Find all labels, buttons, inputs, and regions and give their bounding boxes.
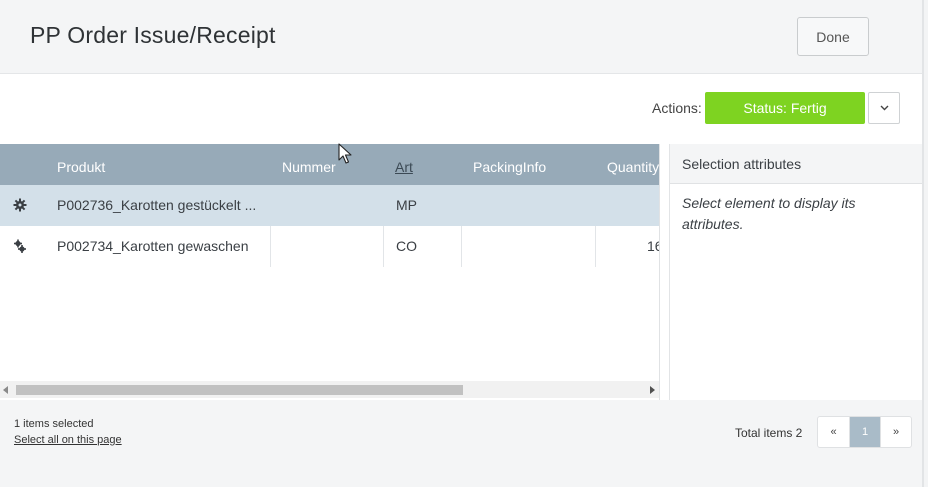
done-button[interactable]: Done bbox=[797, 17, 869, 56]
horizontal-scrollbar[interactable] bbox=[0, 381, 659, 398]
cell-quantity: 16 bbox=[647, 238, 659, 254]
table-row[interactable]: P002734_Karotten gewaschen CO 16 bbox=[0, 226, 659, 267]
pager-next-button[interactable]: » bbox=[880, 417, 911, 447]
cell-nummer bbox=[282, 185, 377, 226]
attributes-title: Selection attributes bbox=[682, 156, 802, 172]
chevron-down-icon bbox=[880, 105, 888, 111]
cell-produkt: P002736_Karotten gestückelt ... bbox=[57, 197, 257, 213]
component-gear-icon bbox=[14, 239, 26, 253]
table-row[interactable]: P002736_Karotten gestückelt ... MP bbox=[0, 185, 659, 226]
column-divider bbox=[270, 226, 271, 267]
modal-footer: 1 items selected Select all on this page… bbox=[0, 400, 922, 487]
cell-art: MP bbox=[396, 197, 417, 213]
selection-count: 1 items selected bbox=[14, 418, 94, 430]
column-divider bbox=[383, 226, 384, 267]
attributes-header: Selection attributes bbox=[670, 144, 923, 184]
attributes-hint: Select element to display its attributes… bbox=[682, 195, 856, 232]
column-header-art[interactable]: Art bbox=[395, 144, 413, 185]
cell-quantity bbox=[647, 185, 659, 226]
modal-header: PP Order Issue/Receipt Done bbox=[0, 0, 922, 74]
data-grid: Produkt Nummer Art PackingInfo Quantity … bbox=[0, 144, 660, 400]
pagination: « 1 » bbox=[817, 416, 912, 448]
pager-page-1[interactable]: 1 bbox=[849, 417, 880, 447]
column-divider bbox=[461, 226, 462, 267]
select-all-link[interactable]: Select all on this page bbox=[14, 434, 122, 446]
grid-header: Produkt Nummer Art PackingInfo Quantity bbox=[0, 144, 659, 185]
column-header-packinginfo[interactable]: PackingInfo bbox=[473, 144, 546, 185]
column-header-nummer[interactable]: Nummer bbox=[282, 144, 336, 185]
scroll-left-icon[interactable] bbox=[3, 386, 8, 394]
actions-dropdown-button[interactable] bbox=[868, 92, 900, 124]
page-title: PP Order Issue/Receipt bbox=[30, 22, 276, 48]
column-header-quantity[interactable]: Quantity bbox=[607, 144, 659, 185]
modal-edge bbox=[922, 0, 924, 487]
scroll-right-icon[interactable] bbox=[650, 386, 655, 394]
total-items: Total items 2 bbox=[735, 426, 803, 440]
actions-label: Actions: bbox=[652, 100, 702, 116]
cell-nummer bbox=[282, 226, 377, 267]
cell-art: CO bbox=[396, 238, 417, 254]
pager-prev-button[interactable]: « bbox=[818, 417, 849, 447]
cell-packinginfo bbox=[473, 226, 588, 267]
column-header-produkt[interactable]: Produkt bbox=[57, 144, 105, 185]
mouse-cursor-icon bbox=[338, 143, 352, 164]
scrollbar-thumb[interactable] bbox=[16, 385, 463, 395]
modal-content: Actions: Status: Fertig Produkt Nummer A… bbox=[0, 74, 923, 400]
cell-produkt: P002734_Karotten gewaschen bbox=[57, 238, 249, 254]
selection-attributes-panel: Selection attributes Select element to d… bbox=[669, 144, 923, 400]
status-action-button[interactable]: Status: Fertig bbox=[705, 92, 865, 124]
gear-icon bbox=[13, 198, 27, 212]
column-divider bbox=[595, 226, 596, 267]
cell-packinginfo bbox=[473, 185, 588, 226]
